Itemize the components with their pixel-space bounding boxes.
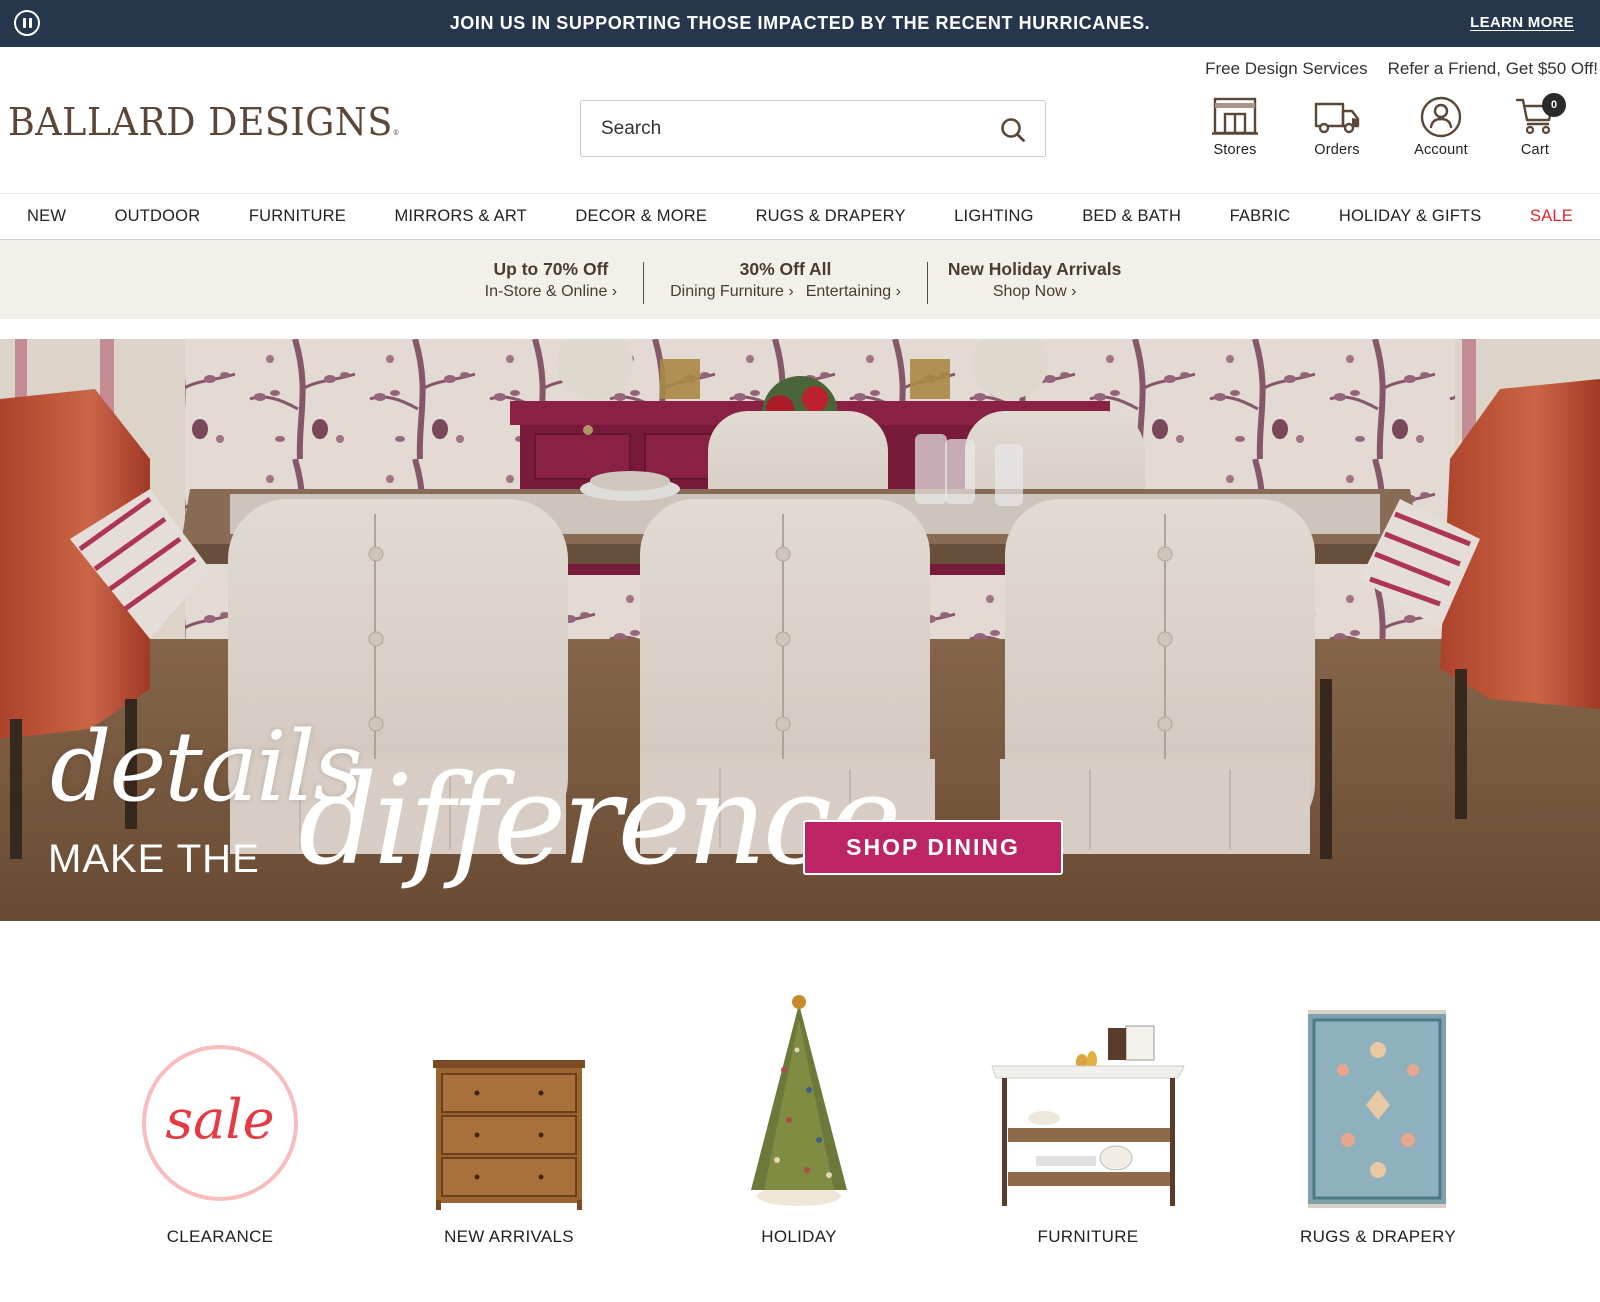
category-row: sale CLEARANCE NEW ARRIVALS HOLIDAY FURN… <box>0 990 1600 1260</box>
nav-furniture[interactable]: FURNITURE <box>249 207 346 226</box>
category-new-arrivals[interactable]: NEW ARRIVALS <box>399 990 619 1247</box>
brand-logo[interactable]: BALLARD DESIGNS® <box>8 100 400 144</box>
search-icon[interactable] <box>999 116 1027 144</box>
category-clearance[interactable]: sale CLEARANCE <box>110 990 330 1247</box>
promo-title: Up to 70% Off <box>493 259 609 279</box>
registered-mark: ® <box>392 129 400 137</box>
orders-button[interactable]: Orders <box>1292 96 1382 158</box>
announcement-message: JOIN US IN SUPPORTING THOSE IMPACTED BY … <box>449 13 1151 33</box>
category-furniture[interactable]: FURNITURE <box>978 990 1198 1247</box>
nav-sale[interactable]: SALE <box>1530 207 1573 226</box>
announcement-bar: JOIN US IN SUPPORTING THOSE IMPACTED BY … <box>0 0 1600 47</box>
promo-link-entertaining[interactable]: Entertaining › <box>806 283 901 300</box>
wooden-chest-image <box>433 1060 585 1210</box>
promo-link-in-store-online[interactable]: In-Store & Online › <box>485 283 618 300</box>
cart-button[interactable]: 0 Cart <box>1490 93 1580 158</box>
account-label: Account <box>1414 142 1468 158</box>
nav-new[interactable]: NEW <box>27 207 66 226</box>
promo-clearance[interactable]: Up to 70% Off In-Store & Online › <box>459 258 644 304</box>
stores-label: Stores <box>1213 142 1257 158</box>
cart-count-badge: 0 <box>1542 93 1566 117</box>
nav-lighting[interactable]: LIGHTING <box>954 207 1034 226</box>
free-design-services-link[interactable]: Free Design Services <box>1205 59 1368 79</box>
utility-links: Free Design Services Refer a Friend, Get… <box>1205 59 1598 79</box>
category-label: RUGS & DRAPERY <box>1300 1227 1456 1246</box>
promo-strip: Up to 70% Off In-Store & Online › 30% Of… <box>0 240 1600 319</box>
shop-dining-button[interactable]: SHOP DINING <box>803 820 1063 875</box>
hero-banner[interactable]: details MAKE THE difference SHOP DINING <box>0 339 1600 921</box>
sale-badge-image: sale <box>142 1045 298 1201</box>
category-rugs-drapery[interactable]: RUGS & DRAPERY <box>1268 990 1488 1247</box>
stores-button[interactable]: Stores <box>1190 96 1280 158</box>
cart-label: Cart <box>1520 142 1550 158</box>
promo-holiday-arrivals[interactable]: New Holiday Arrivals Shop Now › <box>928 258 1141 304</box>
store-icon <box>1212 97 1258 135</box>
sale-badge-text: sale <box>165 1088 274 1151</box>
main-nav: NEW OUTDOOR FURNITURE MIRRORS & ART DECO… <box>0 193 1600 240</box>
promo-dining: 30% Off All Dining Furniture › Entertaini… <box>644 258 927 304</box>
hero-headline-make-the: MAKE THE <box>48 837 260 881</box>
nav-mirrors-art[interactable]: MIRRORS & ART <box>394 207 526 226</box>
brand-name: BALLARD DESIGNS <box>8 100 393 144</box>
nav-fabric[interactable]: FABRIC <box>1230 207 1291 226</box>
category-label: CLEARANCE <box>166 1227 274 1246</box>
promo-title: New Holiday Arrivals <box>947 259 1122 279</box>
promo-link-dining-furniture[interactable]: Dining Furniture › <box>670 283 794 300</box>
search-input[interactable] <box>601 115 981 143</box>
learn-more-link[interactable]: LEARN MORE <box>1470 14 1574 31</box>
nav-bed-bath[interactable]: BED & BATH <box>1082 207 1181 226</box>
account-button[interactable]: Account <box>1396 96 1486 158</box>
kitchen-cart-image <box>991 1025 1185 1206</box>
orders-label: Orders <box>1314 142 1360 158</box>
nav-decor-more[interactable]: DECOR & MORE <box>575 207 707 226</box>
search-box <box>580 100 1046 157</box>
promo-link-shop-now[interactable]: Shop Now › <box>993 283 1077 300</box>
category-holiday[interactable]: HOLIDAY <box>689 990 909 1247</box>
refer-a-friend-link[interactable]: Refer a Friend, Get $50 Off! <box>1388 59 1598 79</box>
account-icon <box>1420 96 1462 138</box>
promo-title: 30% Off All <box>739 259 832 279</box>
christmas-tree-image <box>751 995 847 1206</box>
nav-holiday-gifts[interactable]: HOLIDAY & GIFTS <box>1339 207 1482 226</box>
category-label: HOLIDAY <box>761 1227 837 1246</box>
blue-rug-image <box>1308 1010 1446 1208</box>
header-actions: Stores Orders Account 0 Cart <box>1190 93 1600 166</box>
category-label: NEW ARRIVALS <box>444 1227 574 1246</box>
nav-outdoor[interactable]: OUTDOOR <box>115 207 201 226</box>
truck-icon <box>1314 102 1360 134</box>
category-label: FURNITURE <box>1037 1227 1139 1246</box>
nav-rugs-drapery[interactable]: RUGS & DRAPERY <box>756 207 906 226</box>
